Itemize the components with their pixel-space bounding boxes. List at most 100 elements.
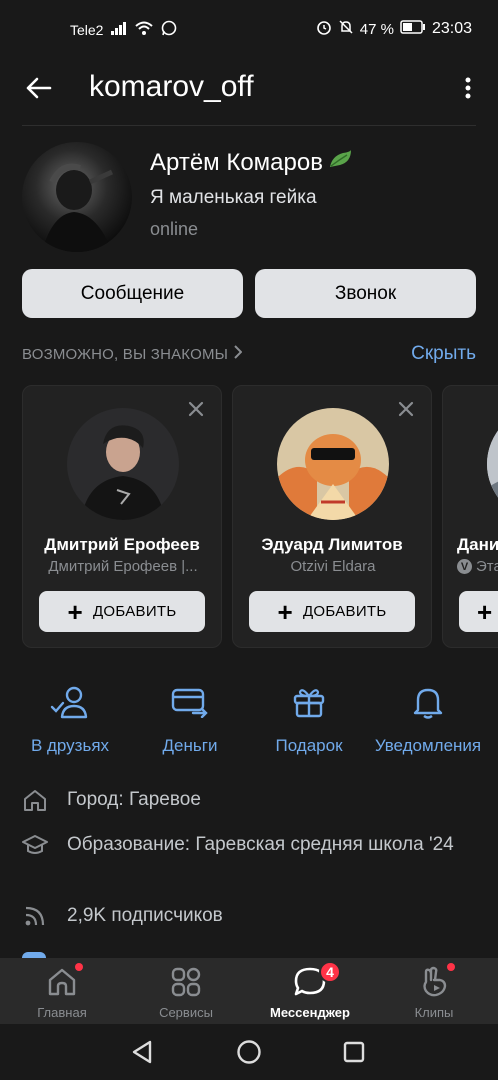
system-back-button[interactable] <box>128 1038 156 1066</box>
money-action-label: Деньги <box>162 736 218 755</box>
suggestion-card[interactable]: Дмитрий Ерофеев Дмитрий Ерофеев |... + Д… <box>22 385 222 648</box>
more-vertical-icon <box>465 77 471 99</box>
graduation-cap-icon <box>22 832 48 858</box>
notification-dot <box>447 963 455 971</box>
services-icon <box>169 965 203 999</box>
home-outline-icon <box>22 787 48 813</box>
profile-name-text: Артём Комаров <box>150 148 323 176</box>
education-row: Образование: Гаревская средняя школа '24 <box>22 832 462 858</box>
add-friend-label: ДОБАВИТЬ <box>302 603 387 620</box>
system-navigation-bar <box>0 1024 498 1080</box>
whatsapp-icon <box>161 20 177 39</box>
nav-clips[interactable]: Клипы <box>372 958 496 1024</box>
add-friend-button[interactable]: + <box>459 591 498 632</box>
suggestion-card[interactable]: Эдуард Лимитов Otzivi Eldara + ДОБАВИТЬ <box>232 385 432 648</box>
rss-icon <box>22 903 48 929</box>
nav-messenger-label: Мессенджер <box>270 1005 350 1020</box>
city-row: Город: Гаревое <box>22 787 201 813</box>
profile-name: Артём Комаров <box>150 148 353 177</box>
more-menu-button[interactable] <box>460 70 476 106</box>
suggestion-subtitle: Otzivi Eldara <box>290 558 376 575</box>
suggestions-title[interactable]: ВОЗМОЖНО, ВЫ ЗНАКОМЫ <box>22 345 243 363</box>
battery-percent: 47 % <box>359 20 394 38</box>
profile-header: komarov_off <box>0 58 498 120</box>
suggestion-avatar[interactable] <box>487 408 498 520</box>
suggestion-subtitle: V Эта <box>457 558 498 575</box>
home-icon <box>45 963 83 999</box>
suggestion-subtitle-text: Эта <box>476 558 498 575</box>
divider <box>22 125 476 126</box>
followers-row[interactable]: 2,9K подписчиков <box>22 903 223 929</box>
close-button[interactable] <box>397 400 415 418</box>
gift-action-label: Подарок <box>275 736 343 755</box>
message-button[interactable]: Сообщение <box>22 269 243 318</box>
nav-messenger[interactable]: 4 Мессенджер <box>248 958 372 1024</box>
page-title: komarov_off <box>89 70 254 103</box>
wifi-icon <box>135 21 154 38</box>
avatar-photo <box>67 408 179 520</box>
verified-icon: V <box>457 559 472 574</box>
bell-icon <box>408 682 448 722</box>
signal-icon <box>111 21 127 38</box>
chevron-right-icon <box>234 345 243 363</box>
plus-icon: + <box>277 596 293 627</box>
suggestion-card-clip: Дани V Эта + <box>442 385 498 648</box>
plus-icon: + <box>477 596 493 627</box>
nav-services[interactable]: Сервисы <box>124 958 248 1024</box>
friends-action[interactable]: В друзьях <box>22 682 118 756</box>
plus-icon: + <box>67 596 83 627</box>
back-button[interactable] <box>20 70 56 106</box>
gift-icon <box>289 682 329 722</box>
gift-action[interactable]: Подарок <box>268 682 350 756</box>
money-transfer-icon <box>170 682 210 722</box>
triangle-back-icon <box>132 1040 152 1064</box>
followers-text: 2,9K подписчиков <box>67 905 223 926</box>
avatar-photo <box>42 163 114 252</box>
leaf-icon <box>327 148 353 177</box>
clips-icon <box>417 963 455 999</box>
circle-home-icon <box>237 1040 261 1064</box>
carrier-label: Tele2 <box>70 21 104 38</box>
avatar-photo <box>487 408 498 520</box>
arrow-left-icon <box>26 77 52 99</box>
notification-dot <box>75 963 83 971</box>
nav-home-label: Главная <box>37 1005 87 1020</box>
hide-suggestions-link[interactable]: Скрыть <box>411 343 476 365</box>
system-home-button[interactable] <box>235 1038 263 1066</box>
messenger-icon: 4 <box>293 961 341 999</box>
avatar-photo <box>277 408 389 520</box>
money-action[interactable]: Деньги <box>146 682 234 756</box>
suggestions-title-text: ВОЗМОЖНО, ВЫ ЗНАКОМЫ <box>22 345 229 363</box>
close-icon <box>398 401 414 417</box>
city-text: Город: Гаревое <box>67 789 201 810</box>
alarm-icon <box>316 19 332 39</box>
square-recents-icon <box>343 1041 365 1063</box>
suggestion-subtitle: Дмитрий Ерофеев |... <box>48 558 198 575</box>
add-friend-button[interactable]: + ДОБАВИТЬ <box>39 591 205 632</box>
education-text: Образование: Гаревская средняя школа '24 <box>67 834 454 855</box>
suggestion-name: Дмитрий Ерофеев <box>44 535 200 554</box>
suggestion-card[interactable]: Дани V Эта + <box>442 385 498 648</box>
mute-icon <box>338 19 354 39</box>
online-status: online <box>150 219 199 239</box>
system-recents-button[interactable] <box>340 1038 368 1066</box>
nav-clips-label: Клипы <box>414 1005 454 1020</box>
bottom-navigation: Главная Сервисы 4 Мессенджер Клипы <box>0 958 498 1024</box>
nav-home[interactable]: Главная <box>0 958 124 1024</box>
friends-check-icon <box>50 682 90 722</box>
notifications-action-label: Уведомления <box>374 736 482 755</box>
profile-status: Я маленькая гейка <box>150 187 317 208</box>
call-button[interactable]: Звонок <box>255 269 476 318</box>
notifications-action[interactable]: Уведомления <box>368 682 488 756</box>
battery-icon <box>400 20 426 38</box>
add-friend-label: ДОБАВИТЬ <box>92 603 177 620</box>
add-friend-button[interactable]: + ДОБАВИТЬ <box>249 591 415 632</box>
profile-avatar[interactable] <box>22 142 132 252</box>
close-button[interactable] <box>187 400 205 418</box>
status-bar: Tele2 47 % 23:03 <box>0 0 498 58</box>
suggestion-avatar[interactable] <box>277 408 389 520</box>
suggestion-name: Дани <box>457 535 498 554</box>
close-icon <box>188 401 204 417</box>
suggestion-name: Эдуард Лимитов <box>261 535 403 554</box>
suggestion-avatar[interactable] <box>67 408 179 520</box>
